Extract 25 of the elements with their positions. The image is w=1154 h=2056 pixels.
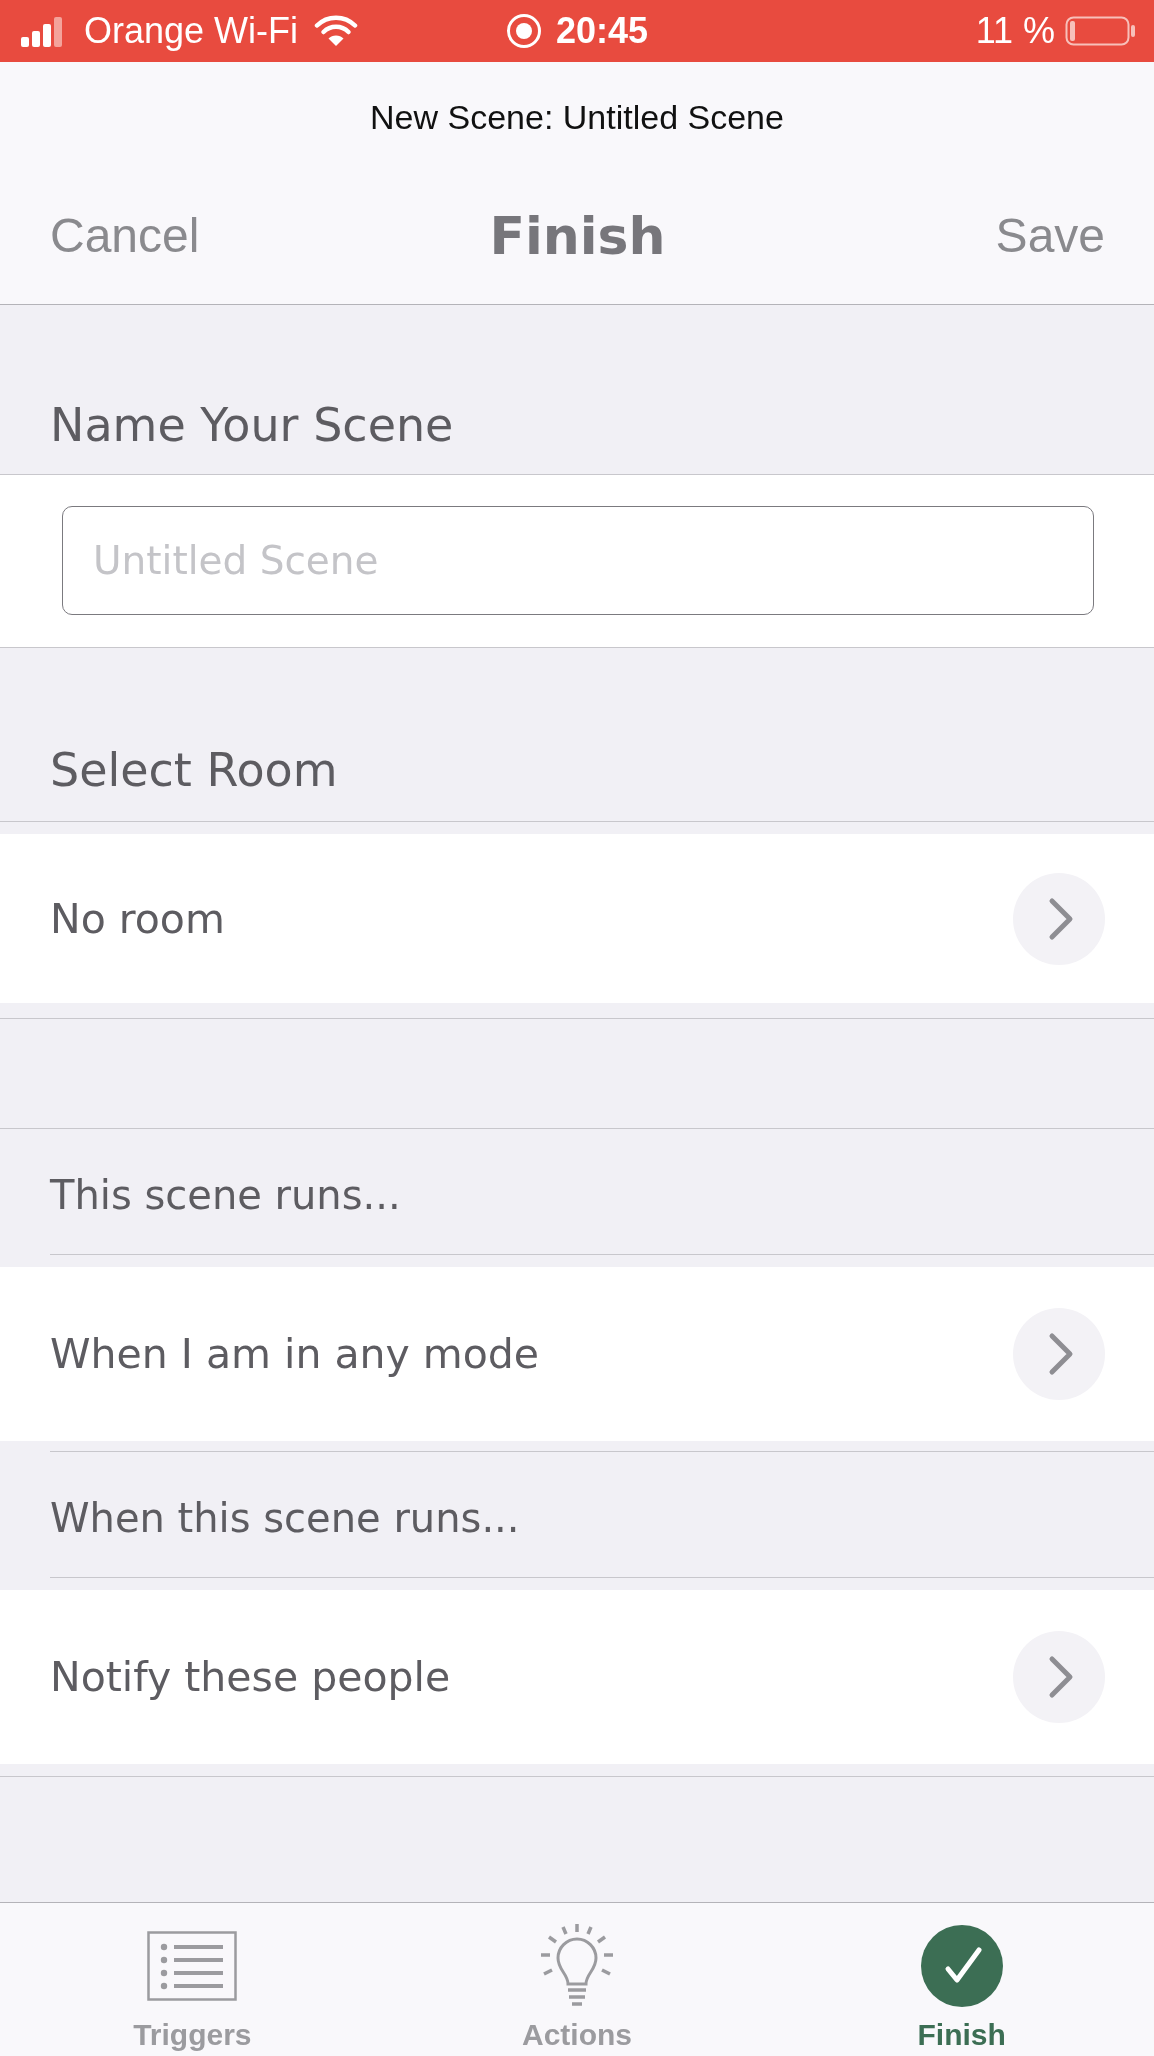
list-item[interactable]: No room [0, 834, 1154, 1003]
section-header: Select Room [50, 743, 338, 798]
nav-subtitle: New Scene: Untitled Scene [370, 98, 784, 136]
section-header: Name Your Scene [50, 398, 454, 453]
check-circle-icon [920, 1925, 1003, 2007]
battery-icon [1065, 16, 1136, 46]
list-icon [147, 1931, 238, 2001]
list-item[interactable]: Notify these people [0, 1590, 1154, 1764]
chevron-icon [1013, 1631, 1105, 1723]
chevron-icon [1013, 1308, 1105, 1400]
list-item[interactable]: When I am in any mode [0, 1267, 1154, 1441]
scene-name-field[interactable]: Untitled Scene [62, 506, 1094, 615]
save-button[interactable]: Save [995, 207, 1105, 265]
clock-time: 20:45 [555, 11, 649, 51]
wifi-icon [314, 15, 359, 47]
cancel-button[interactable]: Cancel [50, 207, 200, 265]
battery-percent: 11 % [975, 11, 1055, 51]
carrier-name: Orange Wi-Fi [84, 11, 299, 51]
section-header: This scene runs... [50, 1171, 401, 1219]
nav-title: Finish [489, 206, 666, 266]
record-icon [505, 13, 542, 49]
section-header: When this scene runs... [50, 1494, 520, 1542]
tab[interactable]: Finish [769, 1903, 1154, 2056]
signal-icon [21, 15, 62, 47]
chevron-icon [1013, 872, 1105, 965]
